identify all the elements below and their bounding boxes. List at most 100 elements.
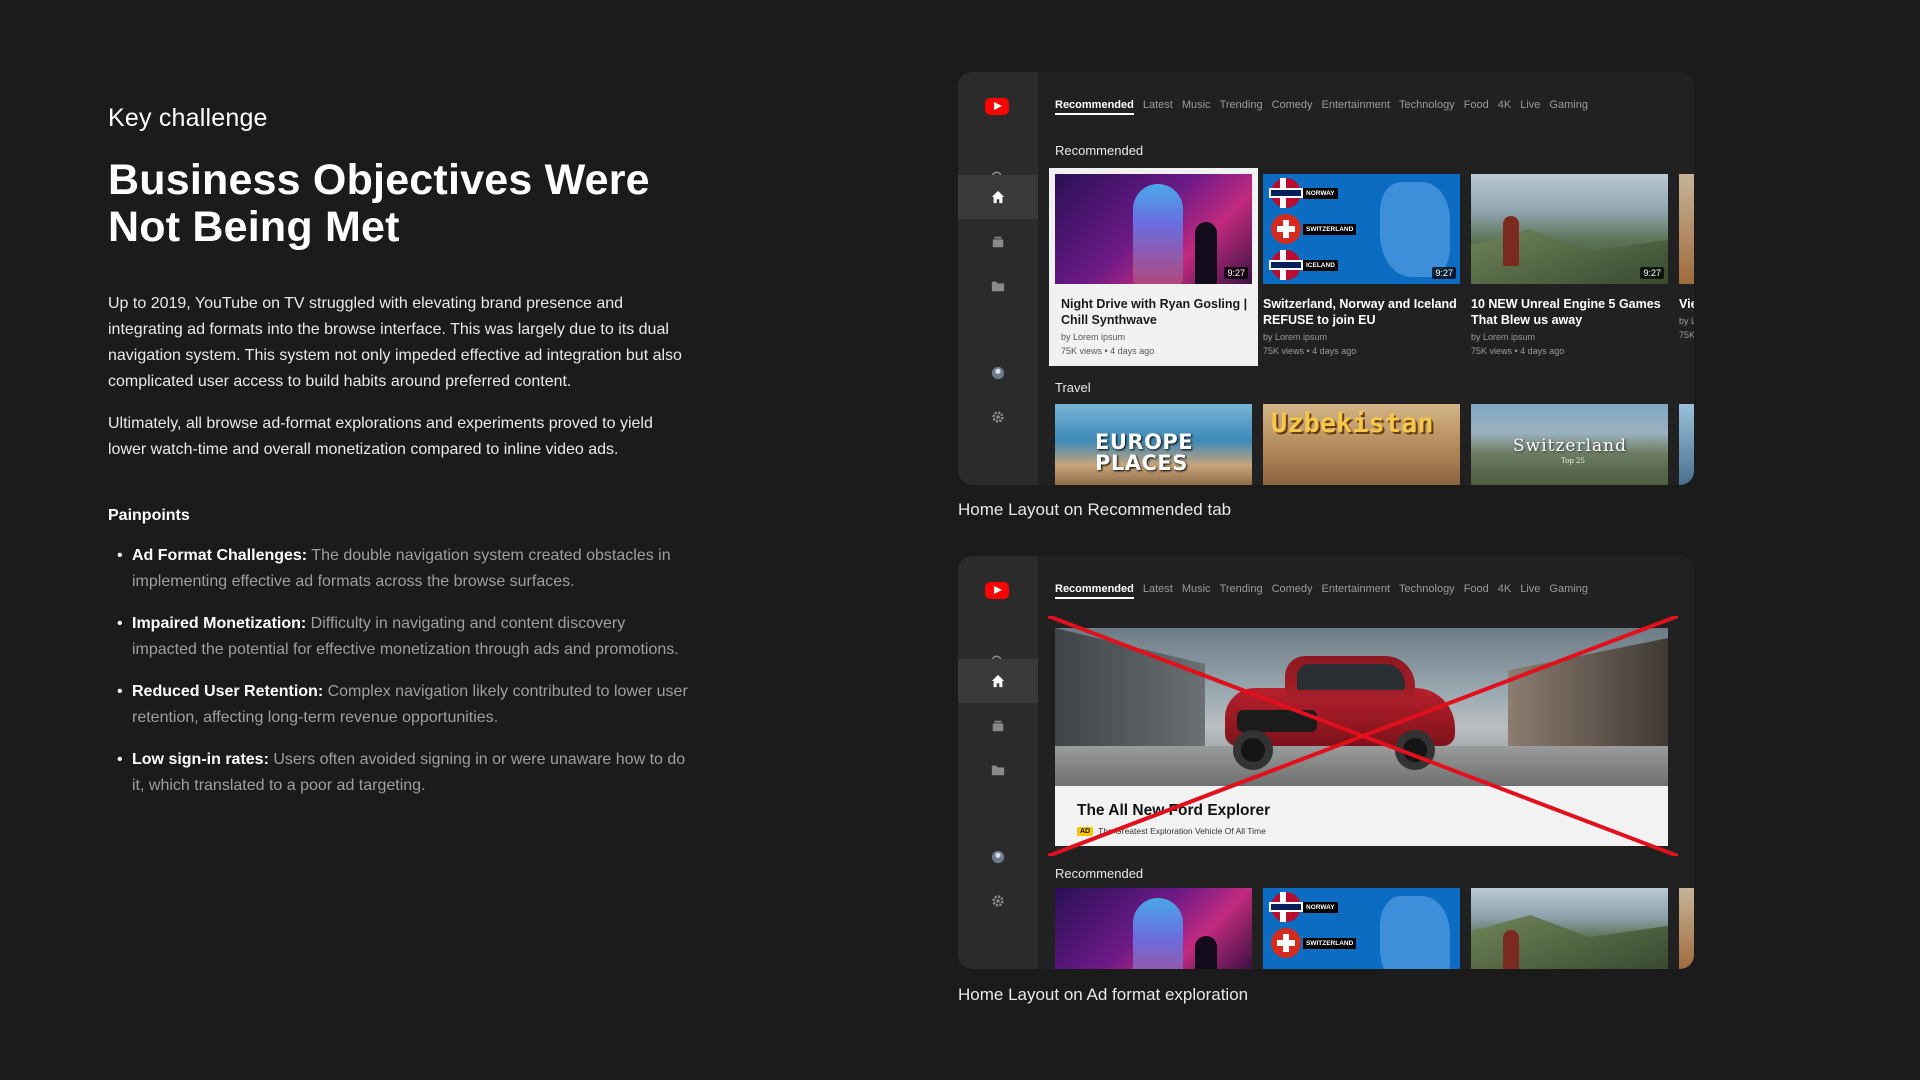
shelf-title-recommended: Recommended: [1055, 143, 1144, 158]
library-icon[interactable]: [958, 748, 1038, 792]
painpoint-item: • Reduced User Retention: Complex navigat…: [108, 679, 688, 731]
map-label: ICELAND: [1303, 260, 1338, 271]
ad-subtitle: AD The Greatest Exploration Vehicle Of A…: [1077, 826, 1266, 836]
video-thumbnail: 9:27: [1055, 174, 1252, 284]
video-title: Switzerland, Norway and Iceland REFUSE t…: [1263, 297, 1457, 327]
tab-gaming[interactable]: Gaming: [1549, 99, 1588, 115]
subscriptions-icon[interactable]: [958, 704, 1038, 748]
ad-title: The All New Ford Explorer: [1077, 802, 1271, 819]
painpoints-title: Painpoints: [108, 507, 190, 524]
headline-line-2: Not Being Met: [108, 203, 400, 251]
page-headline: Business Objectives Were Not Being Met: [108, 157, 688, 251]
tab-comedy[interactable]: Comedy: [1272, 99, 1313, 115]
video-channel: by Lorem ipsum: [1061, 332, 1126, 342]
travel-shelf: EUROPE PLACES Uzbekistan Switzerland Top …: [1055, 404, 1694, 485]
switzerland-flag-icon: [1271, 928, 1301, 958]
map-label: SWITZERLAND: [1303, 224, 1357, 235]
shelf-title-travel: Travel: [1055, 380, 1091, 395]
thumbnail-text: Uzbekistan: [1271, 408, 1434, 439]
tab-technology[interactable]: Technology: [1399, 99, 1455, 115]
video-card[interactable]: 9:27 10 NEW Unreal Engine 5 Games That B…: [1471, 174, 1668, 360]
map-label: NORWAY: [1303, 188, 1338, 199]
tab-technology[interactable]: Technology: [1399, 583, 1455, 599]
video-card[interactable]: 9:27 Night Drive with Ryan Gosling | Chi…: [1049, 168, 1258, 366]
painpoint-item: • Ad Format Challenges: The double naviga…: [108, 543, 688, 595]
video-channel: by L: [1679, 316, 1694, 326]
switzerland-flag-icon: [1271, 214, 1301, 244]
video-thumbnail: Uzbekistan: [1263, 404, 1460, 485]
tab-live[interactable]: Live: [1520, 583, 1540, 599]
account-avatar-icon[interactable]: [958, 835, 1038, 879]
video-thumbnail: 9:27: [1471, 174, 1668, 284]
map-label: SWITZERLAND: [1303, 938, 1357, 949]
account-avatar-icon[interactable]: [958, 351, 1038, 395]
tab-4k[interactable]: 4K: [1498, 583, 1511, 599]
video-card-partial[interactable]: [1679, 888, 1694, 969]
tab-music[interactable]: Music: [1182, 99, 1211, 115]
bullet-icon: •: [117, 615, 123, 632]
tab-latest[interactable]: Latest: [1143, 99, 1173, 115]
thumbnail-subtext: Top 25: [1561, 457, 1585, 465]
sidebar: [958, 556, 1038, 969]
tab-comedy[interactable]: Comedy: [1272, 583, 1313, 599]
video-meta: 75K views • 4 days ago: [1471, 346, 1565, 356]
tab-latest[interactable]: Latest: [1143, 583, 1173, 599]
thumbnail-text: PLACES: [1095, 451, 1188, 475]
masthead-ad-banner[interactable]: The All New Ford Explorer AD The Greates…: [1055, 628, 1668, 846]
tab-entertainment[interactable]: Entertainment: [1322, 583, 1390, 599]
video-channel: by Lorem ipsum: [1263, 332, 1328, 342]
tab-recommended[interactable]: Recommended: [1055, 99, 1134, 115]
video-card[interactable]: NORWAY SWITZERLAND: [1263, 888, 1460, 969]
tab-food[interactable]: Food: [1464, 583, 1489, 599]
shelf-title-recommended: Recommended: [1055, 866, 1144, 881]
tab-trending[interactable]: Trending: [1220, 99, 1263, 115]
home-icon[interactable]: [958, 659, 1038, 703]
tab-trending[interactable]: Trending: [1220, 583, 1263, 599]
subscriptions-icon[interactable]: [958, 220, 1038, 264]
video-title: Night Drive with Ryan Gosling | Chill Sy…: [1061, 297, 1248, 327]
video-thumbnail: NORWAY SWITZERLAND ICELAND 9:27: [1263, 174, 1460, 284]
video-thumbnail: [1055, 888, 1252, 969]
tab-recommended[interactable]: Recommended: [1055, 583, 1134, 599]
tab-live[interactable]: Live: [1520, 99, 1540, 115]
painpoint-heading: Impaired Monetization:: [132, 615, 307, 632]
painpoint-item: • Impaired Monetization: Difficulty in na…: [108, 611, 688, 663]
tab-food[interactable]: Food: [1464, 99, 1489, 115]
video-card[interactable]: [1055, 888, 1252, 969]
tab-music[interactable]: Music: [1182, 583, 1211, 599]
iceland-flag-icon: [1271, 250, 1301, 280]
tab-gaming[interactable]: Gaming: [1549, 583, 1588, 599]
video-thumbnail: [1679, 404, 1694, 485]
video-card[interactable]: NORWAY SWITZERLAND ICELAND 9:27 Switzerl…: [1263, 174, 1460, 360]
headline-line-1: Business Objectives Were: [108, 156, 650, 204]
video-card[interactable]: [1471, 888, 1668, 969]
video-card-partial[interactable]: Vie 4K by L 75K: [1679, 174, 1694, 360]
tab-4k[interactable]: 4K: [1498, 99, 1511, 115]
home-icon[interactable]: [958, 175, 1038, 219]
youtube-logo-icon[interactable]: [985, 582, 1009, 599]
settings-gear-icon[interactable]: [958, 879, 1038, 923]
youtube-logo-icon[interactable]: [985, 98, 1009, 115]
painpoint-heading: Reduced User Retention:: [132, 683, 324, 700]
ad-tagline: The Greatest Exploration Vehicle Of All …: [1098, 826, 1266, 836]
video-card[interactable]: Uzbekistan: [1263, 404, 1460, 485]
video-thumbnail: [1679, 174, 1694, 284]
video-card-partial[interactable]: [1679, 404, 1694, 485]
video-card[interactable]: Switzerland Top 25: [1471, 404, 1668, 485]
tab-entertainment[interactable]: Entertainment: [1322, 99, 1390, 115]
video-channel: by Lorem ipsum: [1471, 332, 1536, 342]
category-tabs: Recommended Latest Music Trending Comedy…: [1055, 583, 1588, 599]
video-title: Vie 4K: [1679, 297, 1694, 311]
duration-badge: 9:27: [1224, 267, 1248, 279]
bullet-icon: •: [117, 683, 123, 700]
bullet-icon: •: [117, 751, 123, 768]
recommended-shelf: 9:27 Night Drive with Ryan Gosling | Chi…: [1049, 168, 1694, 366]
painpoint-item: • Low sign-in rates: Users often avoided …: [108, 747, 688, 799]
caption-ad-format: Home Layout on Ad format exploration: [958, 985, 1249, 1004]
settings-gear-icon[interactable]: [958, 395, 1038, 439]
video-meta: 75K views • 4 days ago: [1263, 346, 1357, 356]
video-card[interactable]: EUROPE PLACES: [1055, 404, 1252, 485]
painpoint-heading: Ad Format Challenges:: [132, 547, 308, 564]
norway-flag-icon: [1271, 178, 1301, 208]
library-icon[interactable]: [958, 264, 1038, 308]
